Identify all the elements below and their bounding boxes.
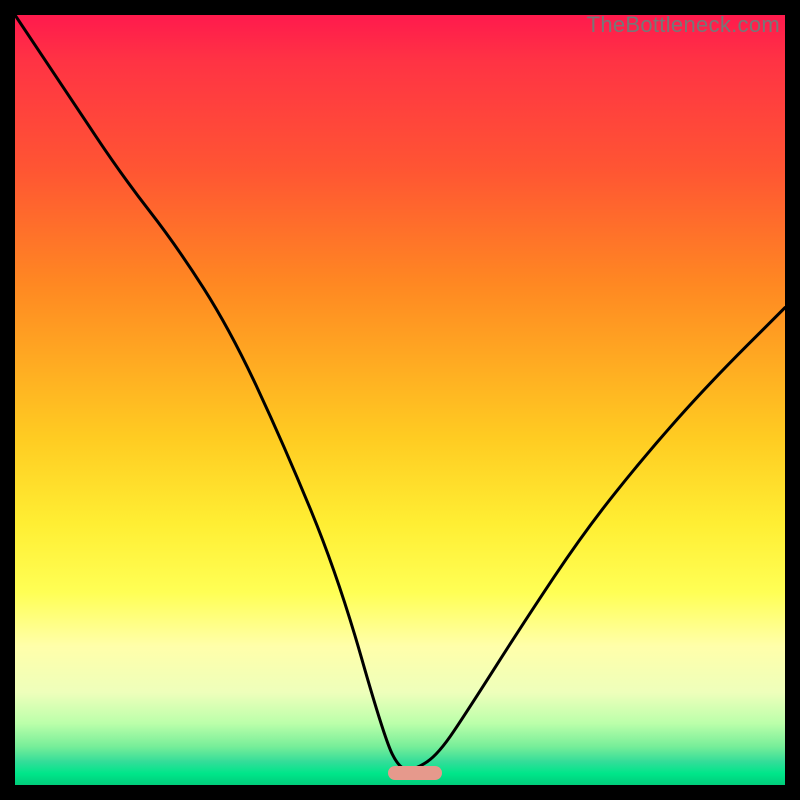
watermark-text: TheBottleneck.com — [587, 12, 780, 38]
optimal-range-marker — [388, 766, 442, 780]
curve-svg — [15, 15, 785, 785]
plot-area — [15, 15, 785, 785]
chart-container: TheBottleneck.com — [0, 0, 800, 800]
bottleneck-curve-path — [15, 15, 785, 770]
